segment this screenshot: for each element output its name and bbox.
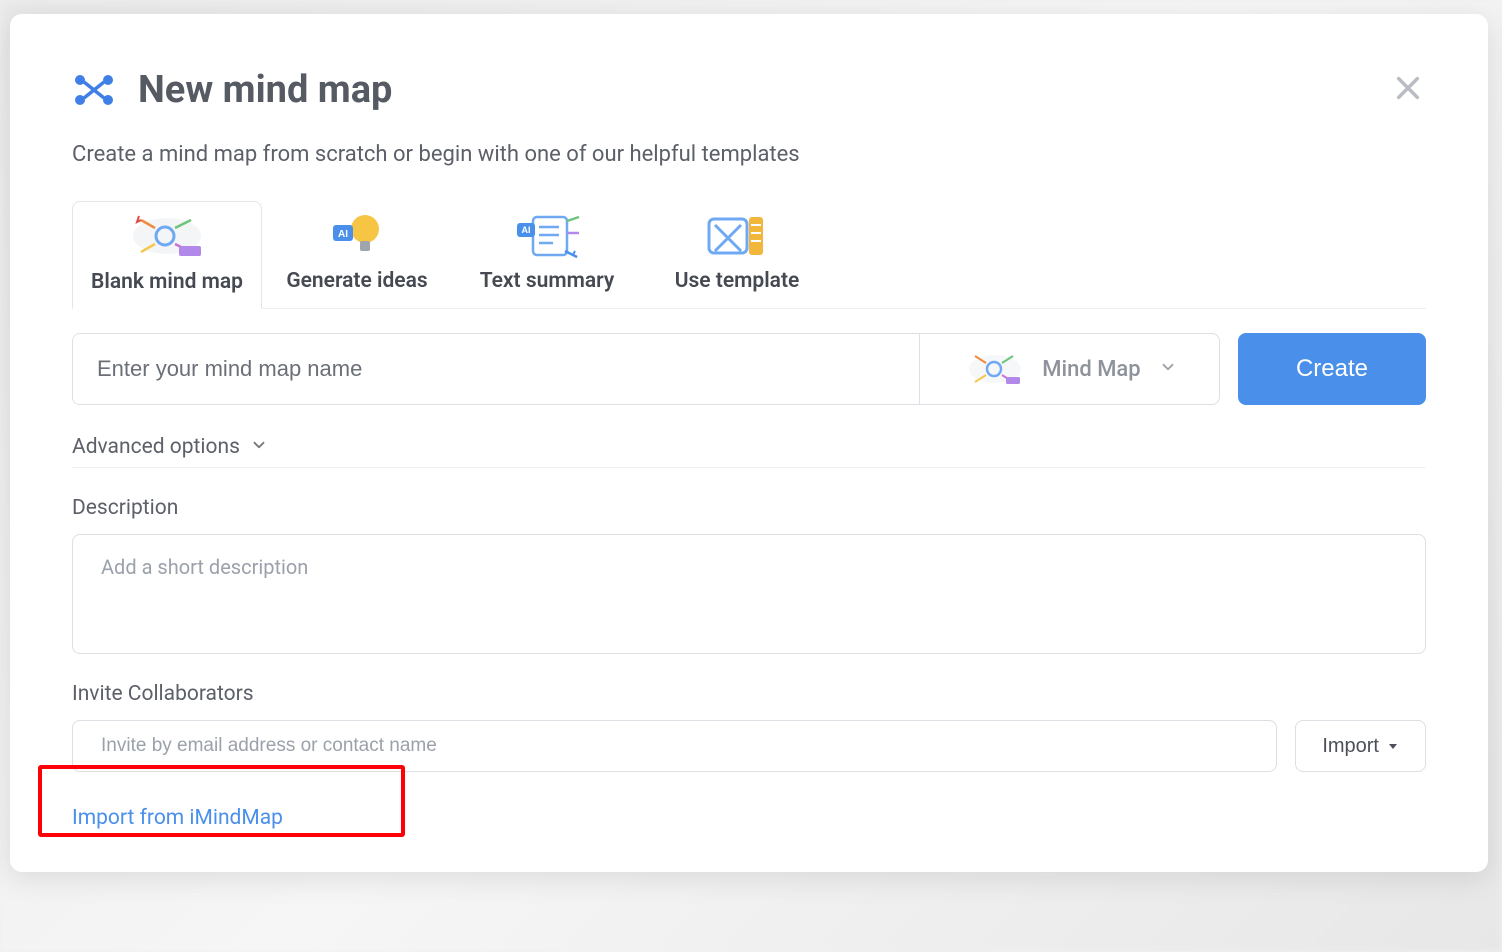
name-type-group: Mind Map (72, 333, 1220, 405)
tab-text-summary[interactable]: AI Text summary (452, 201, 642, 308)
lightbulb-ai-icon: AI (325, 211, 389, 259)
text-summary-icon: AI (507, 211, 587, 259)
mindmap-name-input[interactable] (73, 334, 919, 404)
collaborators-label: Invite Collaborators (72, 682, 1426, 706)
tab-label: Use template (675, 269, 800, 293)
advanced-options-toggle[interactable]: Advanced options (72, 435, 1426, 468)
tab-label: Blank mind map (91, 270, 243, 294)
tab-blank-mind-map[interactable]: Blank mind map (72, 201, 262, 309)
description-label: Description (72, 496, 1426, 520)
mindmap-small-icon (966, 349, 1024, 389)
import-button-label: Import (1322, 735, 1379, 758)
template-icon (701, 211, 773, 259)
dialog-subtitle: Create a mind map from scratch or begin … (72, 142, 1426, 167)
blank-mindmap-icon (127, 212, 207, 260)
import-from-imindmap-link[interactable]: Import from iMindMap (72, 806, 283, 830)
create-button[interactable]: Create (1238, 333, 1426, 405)
dialog-header: New mind map (72, 68, 1426, 112)
caret-down-icon (1387, 735, 1399, 758)
map-type-dropdown[interactable]: Mind Map (919, 334, 1219, 404)
svg-text:AI: AI (338, 229, 348, 240)
collaborators-input[interactable] (72, 720, 1277, 772)
chevron-down-icon (1159, 358, 1177, 380)
tab-generate-ideas[interactable]: AI Generate ideas (262, 201, 452, 308)
close-icon (1394, 74, 1422, 106)
import-link-row: Import from iMindMap (72, 806, 1426, 830)
template-tabs: Blank mind map AI Generate ideas (72, 201, 1426, 309)
tab-label: Generate ideas (286, 269, 427, 293)
chevron-down-icon (250, 436, 268, 458)
import-contacts-button[interactable]: Import (1295, 720, 1426, 772)
collaborators-row: Import (72, 720, 1426, 772)
dialog-title: New mind map (138, 68, 392, 112)
map-type-label: Mind Map (1042, 357, 1140, 382)
title-wrap: New mind map (72, 68, 392, 112)
close-button[interactable] (1390, 72, 1426, 108)
mindmap-icon (72, 72, 116, 108)
name-row: Mind Map Create (72, 333, 1426, 405)
new-mind-map-dialog: New mind map Create a mind map from scra… (10, 14, 1488, 872)
advanced-options-label: Advanced options (72, 435, 240, 459)
svg-text:AI: AI (522, 225, 531, 235)
tab-use-template[interactable]: Use template (642, 201, 832, 308)
description-input[interactable] (72, 534, 1426, 654)
tab-label: Text summary (480, 269, 615, 293)
